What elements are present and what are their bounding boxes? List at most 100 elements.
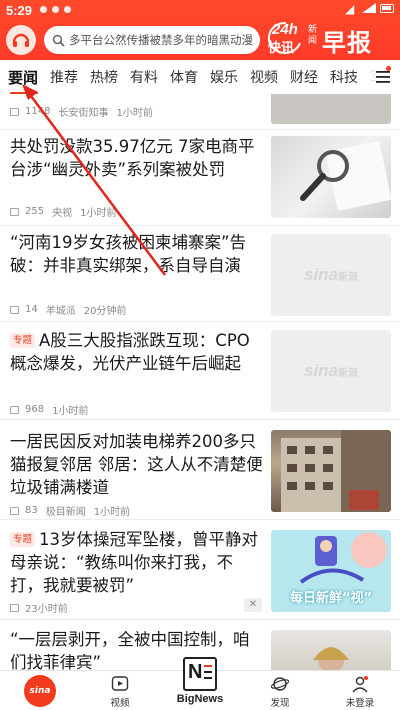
- item-time: 1小时前: [52, 406, 89, 417]
- list-item[interactable]: 专题 A股三大股指涨跌互现：CPO概念爆发，光伏产业链午后崛起 968 1小时前 …: [0, 322, 400, 420]
- item-meta: 1148 长安街知事 1小时前: [10, 104, 161, 119]
- tab-youliao[interactable]: 有料: [124, 67, 164, 87]
- news-feed[interactable]: 1148 长安街知事 1小时前 共处罚没款35.97亿元 7家电商平台涉“幽灵外…: [0, 94, 400, 670]
- nav-profile-label: 未登录: [345, 698, 375, 709]
- video-icon: [111, 676, 129, 691]
- item-meta: 23小时前: [10, 600, 76, 615]
- notification-icon: [40, 6, 47, 13]
- nav-discover[interactable]: 发现: [250, 671, 310, 710]
- headphone-icon: [12, 33, 30, 47]
- promo-thumbnail: 每日新鲜“视”: [271, 530, 391, 612]
- comment-count: 1148: [25, 106, 51, 117]
- nav-video-label: 视频: [110, 698, 130, 709]
- search-icon: [52, 34, 65, 47]
- tab-tiyu[interactable]: 体育: [164, 67, 204, 87]
- promo-text: 每日新鲜“视”: [289, 591, 373, 606]
- item-thumbnail: [271, 136, 391, 218]
- item-meta: 83 极目新闻 1小时前: [10, 503, 138, 518]
- comment-icon: [10, 107, 19, 116]
- item-time: 20分钟前: [83, 306, 127, 317]
- nav-profile[interactable]: 未登录: [330, 671, 390, 710]
- menu-icon: [376, 71, 390, 83]
- signal-icon: [362, 3, 376, 13]
- item-title: 专题 13岁体操冠军坠楼，曾平静对母亲说：“教练叫你来打我，不打，我就要被罚”: [10, 530, 259, 595]
- status-time: 5:29: [6, 3, 33, 18]
- item-time: 23小时前: [25, 604, 68, 615]
- list-item[interactable]: 共处罚没款35.97亿元 7家电商平台涉“幽灵外卖”系列案被处罚 255 央视 …: [0, 130, 400, 226]
- new-dot-badge: [386, 66, 391, 71]
- comment-count: 255: [25, 206, 45, 217]
- bignews-icon: N: [183, 657, 217, 691]
- app-header: 5:29 ◢ 多平台公然传播被禁多年的暗黑动漫 24h 快讯 新闻 早报: [0, 0, 400, 60]
- dislike-close-button[interactable]: ✕: [244, 598, 262, 612]
- item-source: 央视: [52, 208, 73, 219]
- tab-caijing[interactable]: 财经: [284, 67, 324, 87]
- app-logo: 24h 快讯 新闻 早报: [266, 21, 396, 57]
- comment-icon: [10, 305, 19, 314]
- item-thumbnail: [271, 430, 391, 512]
- list-item[interactable]: 专题 13岁体操冠军坠楼，曾平静对母亲说：“教练叫你来打我，不打，我就要被罚” 2…: [0, 520, 400, 620]
- sina-logo: sina新浪: [303, 265, 359, 284]
- item-source: 羊城派: [45, 306, 76, 317]
- comment-count: 14: [25, 304, 38, 315]
- item-time: 1小时前: [116, 108, 153, 119]
- building-image: [281, 430, 391, 512]
- nav-home-label: sina: [29, 686, 51, 696]
- magnifier-image: [300, 140, 391, 211]
- item-meta: 968 1小时前: [10, 402, 96, 417]
- tab-keji[interactable]: 科技: [324, 67, 364, 87]
- item-time: 1小时前: [93, 507, 131, 518]
- item-thumbnail-placeholder: sina新浪: [271, 330, 391, 412]
- nav-bignews-label: BigNews: [176, 693, 224, 705]
- tab-rebang[interactable]: 热榜: [84, 67, 124, 87]
- item-thumbnail-placeholder: sina新浪: [271, 234, 391, 316]
- nav-home-sina[interactable]: sina: [24, 675, 56, 707]
- logo-zaobao: 早报: [322, 29, 372, 57]
- tab-tuijian[interactable]: 推荐: [44, 67, 84, 87]
- topic-tag: 专题: [10, 532, 36, 547]
- wifi-icon: ◢: [345, 2, 355, 16]
- tab-shipin[interactable]: 视频: [244, 67, 284, 87]
- notification-icon: [64, 6, 71, 13]
- list-item[interactable]: 1148 长安街知事 1小时前: [0, 94, 400, 130]
- list-item[interactable]: 一居民因反对加装电梯养200多只猫报复邻居 邻居：这人从不清楚便 垃圾铺满楼道 …: [0, 420, 400, 520]
- tab-yule[interactable]: 娱乐: [204, 67, 244, 87]
- item-meta: 14 羊城派 20分钟前: [10, 302, 134, 317]
- item-title: 一居民因反对加装电梯养200多只猫报复邻居 邻居：这人从不清楚便 垃圾铺满楼道: [10, 432, 263, 497]
- user-icon: [352, 676, 368, 693]
- item-title: 专题 A股三大股指涨跌互现：CPO概念爆发，光伏产业链午后崛起: [10, 331, 250, 373]
- logo-kuaixun: 快讯: [268, 41, 295, 56]
- comment-count: 83: [25, 505, 38, 516]
- channel-tabs: 要闻 推荐 热榜 有料 体育 娱乐 视频 财经 科技 军: [0, 60, 400, 94]
- topic-tag: 专题: [10, 333, 36, 348]
- planet-icon: [271, 677, 289, 691]
- search-placeholder: 多平台公然传播被禁多年的暗黑动漫: [69, 33, 253, 47]
- logo-xinwen: 新闻: [308, 25, 318, 46]
- comment-icon: [10, 405, 19, 414]
- user-center-button[interactable]: [6, 25, 36, 55]
- item-source: 极目新闻: [45, 507, 86, 518]
- tab-yaowen[interactable]: 要闻: [0, 67, 44, 94]
- nav-discover-label: 发现: [270, 698, 290, 709]
- item-time: 1小时前: [80, 208, 117, 219]
- bottom-nav: sina 视频 N BigNews 发现 未登录: [0, 657, 400, 710]
- list-item[interactable]: “河南19岁女孩被困柬埔寨案”告破：并非真实绑架，系自导自演 14 羊城派 20…: [0, 226, 400, 322]
- nav-video[interactable]: 视频: [90, 671, 150, 710]
- nav-bignews[interactable]: N BigNews: [168, 657, 232, 710]
- item-thumbnail: [271, 94, 391, 124]
- battery-icon: [380, 4, 394, 13]
- item-meta: 255 央视 1小时前: [10, 204, 124, 219]
- channel-menu-button[interactable]: [366, 60, 400, 94]
- comment-icon: [10, 603, 19, 612]
- logo-24h: 24h: [272, 21, 298, 38]
- notification-icon: [52, 6, 59, 13]
- status-bar: 5:29 ◢: [0, 0, 400, 20]
- comment-icon: [10, 506, 19, 515]
- sina-logo: sina新浪: [303, 361, 359, 380]
- search-input[interactable]: 多平台公然传播被禁多年的暗黑动漫: [44, 26, 260, 54]
- item-title: 共处罚没款35.97亿元 7家电商平台涉“幽灵外卖”系列案被处罚: [10, 137, 255, 179]
- item-title: “河南19岁女孩被困柬埔寨案”告破：并非真实绑架，系自导自演: [10, 233, 247, 275]
- comment-count: 968: [25, 404, 45, 415]
- portrait-image: [313, 647, 349, 670]
- comment-icon: [10, 207, 19, 216]
